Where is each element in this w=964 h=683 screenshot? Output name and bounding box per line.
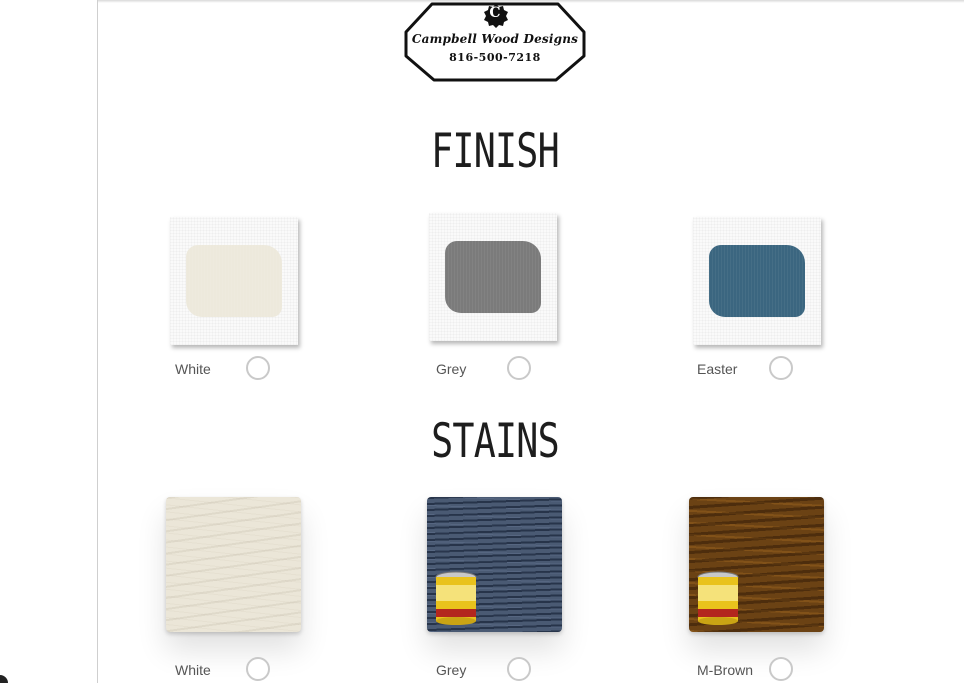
stain-swatch-grey[interactable] [427,497,562,632]
finish-swatch-white[interactable] [170,217,298,345]
finish-heading: FINISH [431,124,560,179]
logo-mark-letter: C [489,5,501,21]
panel-corner [0,675,8,683]
page: C Campbell Wood Designs 816-500-7218 FIN… [0,0,964,683]
campbell-wood-designs-logo[interactable]: C Campbell Wood Designs 816-500-7218 [404,0,586,84]
finish-swatch-grey[interactable] [429,213,557,341]
stain-label-m-brown: M-Brown [697,662,754,678]
stain-swatch-white[interactable] [166,497,301,632]
stain-can-icon [435,571,477,625]
stain-radio-m-brown[interactable] [769,657,793,681]
finish-label-grey: Grey [436,361,467,377]
stain-label-white: White [175,662,211,678]
finish-swatch-easter[interactable] [693,217,821,345]
finish-label-white: White [175,361,211,377]
stain-label-grey: Grey [436,662,467,678]
paint-sample-easter [709,245,805,317]
stain-radio-grey[interactable] [507,657,531,681]
paint-sample-white [186,245,282,317]
finish-radio-grey[interactable] [507,356,531,380]
paint-sample-grey [445,241,541,313]
stain-radio-white[interactable] [246,657,270,681]
stains-heading: STAINS [431,414,560,469]
finish-radio-white[interactable] [246,356,270,380]
left-panel [0,0,98,683]
finish-label-easter: Easter [697,361,738,377]
logo-brand-name: Campbell Wood Designs [411,32,579,46]
stain-swatch-m-brown[interactable] [689,497,824,632]
stain-can-icon [697,571,739,625]
logo-phone-number: 816-500-7218 [449,51,541,64]
finish-radio-easter[interactable] [769,356,793,380]
